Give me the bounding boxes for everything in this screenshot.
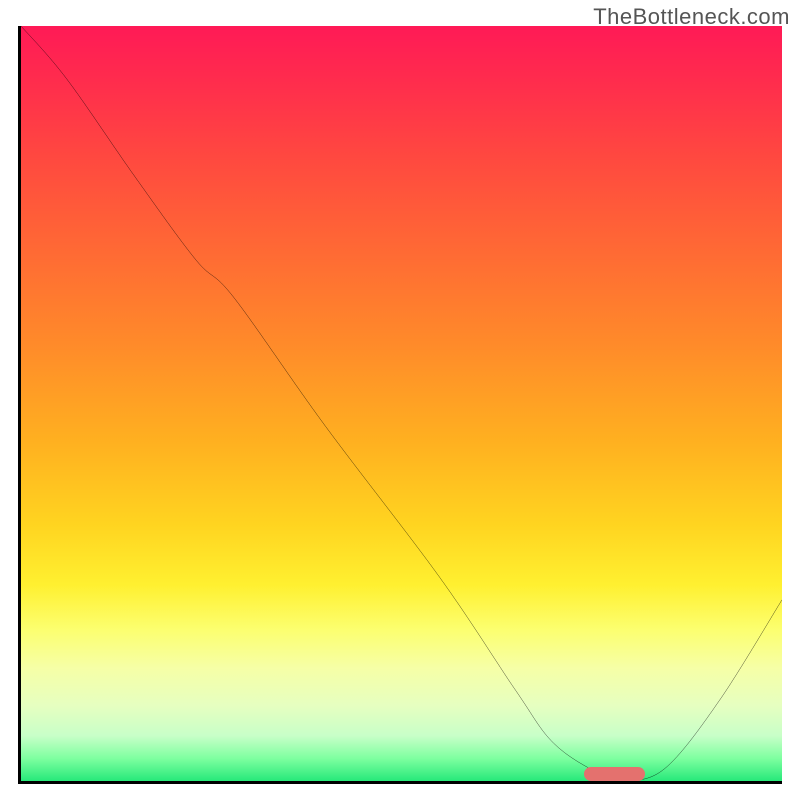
- optimal-range-marker: [584, 767, 645, 781]
- chart-container: TheBottleneck.com: [0, 0, 800, 800]
- plot-area: [18, 26, 782, 784]
- watermark-text: TheBottleneck.com: [593, 4, 790, 30]
- curve-svg: [21, 26, 782, 781]
- bottleneck-curve: [21, 26, 782, 781]
